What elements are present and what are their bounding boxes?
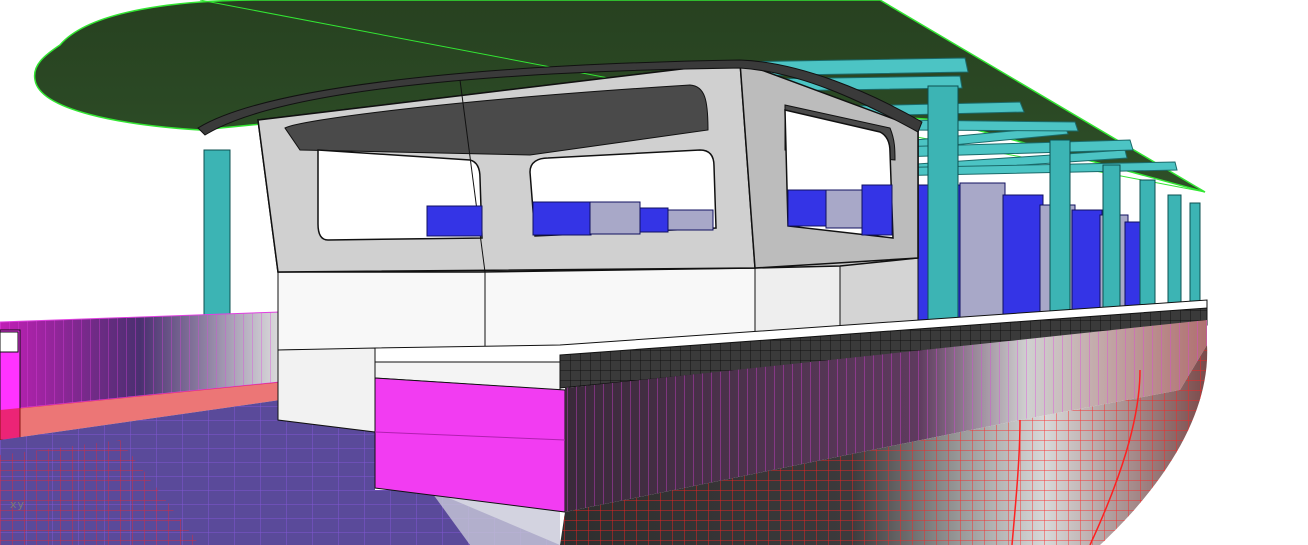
boat-model-render[interactable]	[0, 0, 1308, 545]
3d-viewport[interactable]: xy	[0, 0, 1308, 545]
